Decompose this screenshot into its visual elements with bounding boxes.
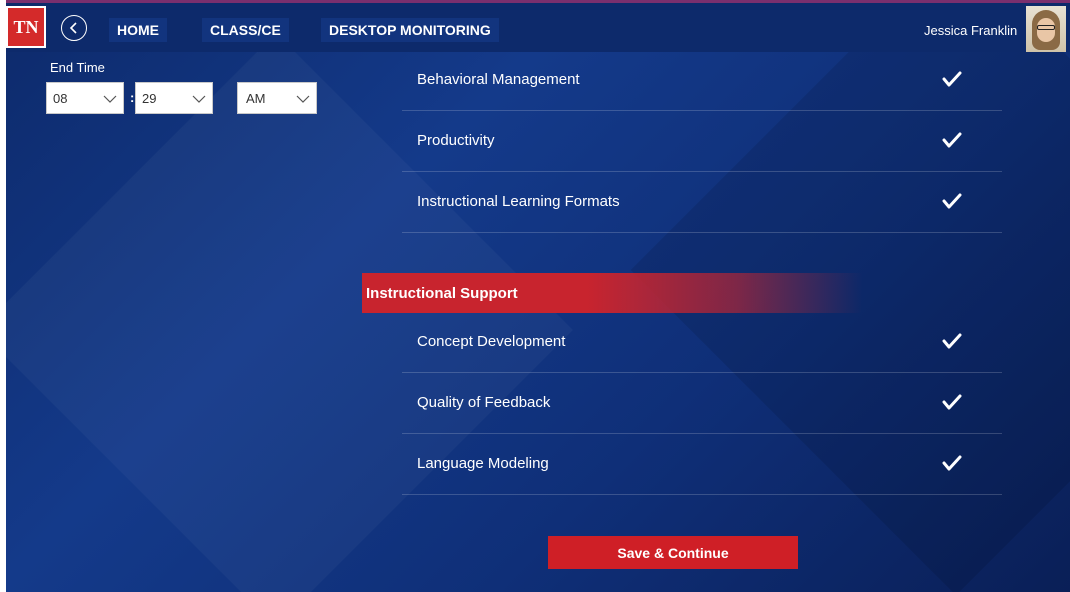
checkmark-icon xyxy=(942,394,962,410)
chevron-down-icon xyxy=(296,95,310,103)
app-window: TN HOME CLASS/CE DESKTOP MONITORING Jess… xyxy=(6,0,1070,592)
end-period-value: AM xyxy=(246,90,266,106)
checkmark-icon xyxy=(942,455,962,471)
list-item-quality-of-feedback[interactable]: Quality of Feedback xyxy=(402,373,1002,434)
back-button[interactable] xyxy=(61,15,87,41)
chevron-down-icon xyxy=(103,95,117,103)
list-item-behavioral-management[interactable]: Behavioral Management xyxy=(402,50,1002,111)
list-item-instructional-learning-formats[interactable]: Instructional Learning Formats xyxy=(402,172,1002,233)
tn-logo: TN xyxy=(6,6,46,48)
back-circle-icon xyxy=(69,22,77,34)
time-separator: : xyxy=(130,90,135,105)
checkmark-icon xyxy=(942,71,962,87)
checkmark-icon xyxy=(942,193,962,209)
top-navigation-bar: TN HOME CLASS/CE DESKTOP MONITORING Jess… xyxy=(6,0,1070,52)
section-title: Instructional Support xyxy=(366,284,518,302)
item-label: Productivity xyxy=(417,132,495,149)
end-hour-value: 08 xyxy=(53,90,68,106)
section-header-instructional-support: Instructional Support xyxy=(362,273,862,313)
item-label: Language Modeling xyxy=(417,455,549,472)
list-item-productivity[interactable]: Productivity xyxy=(402,111,1002,172)
chevron-down-icon xyxy=(192,95,206,103)
end-hour-select[interactable]: 08 xyxy=(46,82,124,114)
checkmark-icon xyxy=(942,132,962,148)
checkmark-icon xyxy=(942,333,962,349)
item-label: Instructional Learning Formats xyxy=(417,193,620,210)
end-time-label: End Time xyxy=(50,60,105,75)
list-item-concept-development[interactable]: Concept Development xyxy=(402,312,1002,373)
nav-home[interactable]: HOME xyxy=(109,18,167,42)
item-label: Quality of Feedback xyxy=(417,394,551,411)
item-label: Concept Development xyxy=(417,333,566,350)
end-period-select[interactable]: AM xyxy=(237,82,317,114)
nav-desktop-monitoring[interactable]: DESKTOP MONITORING xyxy=(321,18,499,42)
avatar[interactable] xyxy=(1026,6,1066,52)
end-minute-value: 29 xyxy=(142,90,157,106)
end-minute-select[interactable]: 29 xyxy=(135,82,213,114)
nav-class-ce[interactable]: CLASS/CE xyxy=(202,18,289,42)
list-item-language-modeling[interactable]: Language Modeling xyxy=(402,434,1002,495)
save-continue-button[interactable]: Save & Continue xyxy=(548,536,798,569)
user-name: Jessica Franklin xyxy=(924,23,1018,38)
item-label: Behavioral Management xyxy=(417,71,580,88)
